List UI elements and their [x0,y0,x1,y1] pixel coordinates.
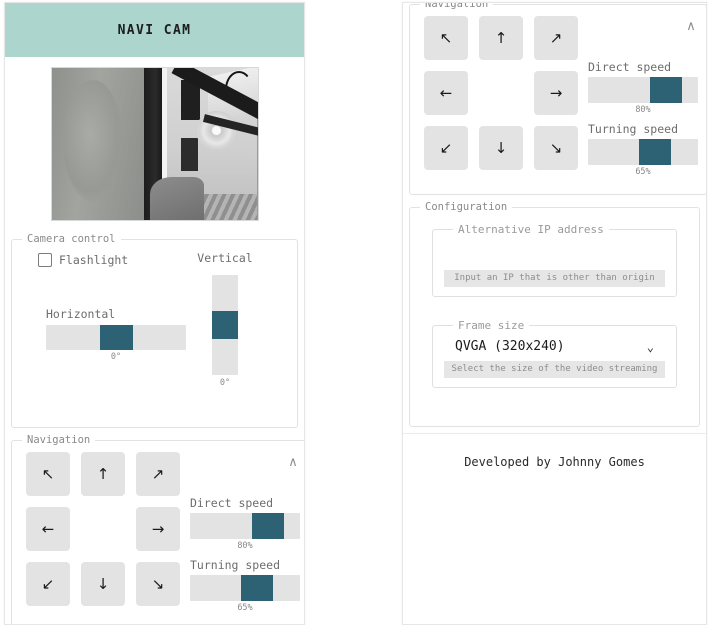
turning-speed-thumb-right[interactable] [639,139,671,165]
nav-up-left-button[interactable]: ↖ [424,16,468,60]
camera-control-section: Camera control Flashlight Horizontal 0° … [11,233,298,428]
navigation-section-right: Navigation ∧ ↖ ↑ ↗ ← → ↙ ↓ ↘ Direct speed 80% [409,2,706,195]
camera-control-body: Flashlight Horizontal 0° Vertical 0° [20,247,289,417]
nav-up-button[interactable]: ↑ [479,16,523,60]
turning-speed-value: 65% [237,603,253,613]
app-header: NAVI CAM [5,3,304,57]
nav-up-right-button[interactable]: ↗ [534,16,578,60]
speed-controls-right: Direct speed 80% Turning speed 65% [578,16,698,184]
camera-control-legend: Camera control [27,233,116,245]
nav-left-button[interactable]: ← [26,507,70,551]
direct-speed-track-right[interactable] [588,77,698,103]
navigation-legend: Navigation [27,434,91,446]
flashlight-checkbox[interactable] [38,253,52,267]
nav-up-right-button[interactable]: ↗ [136,452,180,496]
direction-pad: ↖ ↑ ↗ ← → ↙ ↓ ↘ [20,452,180,620]
nav-down-button[interactable]: ↓ [479,126,523,170]
turning-speed-control: Turning speed 65% [190,558,300,613]
frame-size-label: Frame size [458,318,525,332]
frame-size-field: Frame size QVGA (320x240) ⌄ Select the s… [432,318,677,389]
chevron-up-icon[interactable]: ∧ [284,452,302,470]
camera-horizontal-value: 0° [110,352,122,362]
page-title: NAVI CAM [117,22,192,38]
camera-vertical-label: Vertical [197,251,253,265]
left-panel: NAVI CAM Camera control Flashlight Horiz… [4,2,305,625]
configuration-section: Configuration Alternative IP address Inp… [409,201,700,428]
nav-right-button[interactable]: → [136,507,180,551]
nav-down-left-button[interactable]: ↙ [424,126,468,170]
nav-left-button[interactable]: ← [424,71,468,115]
frame-size-selected-value: QVGA (320x240) [455,339,565,355]
turning-speed-control-right: Turning speed 65% [588,122,698,177]
direction-pad-right: ↖ ↑ ↗ ← → ↙ ↓ ↘ [418,16,578,184]
camera-vertical-track[interactable] [212,275,238,375]
right-panel-scroll-content: Camera control Flashlight Horizontal 0° [403,2,706,490]
turning-speed-thumb[interactable] [241,575,273,601]
video-container [5,57,304,233]
camera-horizontal-track[interactable] [46,325,186,350]
stream-dark-panel-lower [181,137,198,172]
turning-speed-label: Turning speed [190,558,281,572]
right-panel: Camera control Flashlight Horizontal 0° [402,2,707,625]
footer-credit: Developed by Johnny Gomes [464,455,645,470]
camera-horizontal-label: Horizontal [46,307,116,321]
configuration-legend: Configuration [425,201,508,213]
camera-horizontal-thumb[interactable] [100,325,133,350]
ip-address-helper: Input an IP that is other than origin [444,269,665,287]
app-footer: Developed by Johnny Gomes [403,433,706,490]
direct-speed-label: Direct speed [190,496,274,510]
nav-center-spacer [479,71,523,115]
direct-speed-thumb[interactable] [252,513,284,539]
direct-speed-control-right: Direct speed 80% [588,60,698,115]
direct-speed-thumb-right[interactable] [650,77,682,103]
camera-stream [50,67,259,221]
nav-down-right-button[interactable]: ↘ [136,562,180,606]
navigation-section: Navigation ∧ ↖ ↑ ↗ ← → ↙ ↓ ↘ Direct speed 80% T… [11,434,304,624]
frame-size-select[interactable]: QVGA (320x240) ⌄ [445,337,664,361]
nav-center-spacer [81,507,125,551]
stream-wall [51,68,149,220]
app-root: NAVI CAM Camera control Flashlight Horiz… [0,0,710,625]
ip-address-input[interactable] [445,241,664,270]
chevron-down-icon: ⌄ [646,339,654,354]
nav-up-button[interactable]: ↑ [81,452,125,496]
nav-down-left-button[interactable]: ↙ [26,562,70,606]
navigation-body: ↖ ↑ ↗ ← → ↙ ↓ ↘ Direct speed 80% Turning speed [20,448,300,620]
turning-speed-value-right: 65% [635,167,651,177]
nav-down-right-button[interactable]: ↘ [534,126,578,170]
direct-speed-label-right: Direct speed [588,60,672,74]
camera-vertical-slider: Vertical 0° [185,251,265,388]
camera-horizontal-slider: Horizontal 0° [46,307,186,362]
nav-down-button[interactable]: ↓ [81,562,125,606]
flashlight-label: Flashlight [59,253,129,267]
configuration-body: Alternative IP address Input an IP that … [418,215,691,416]
direct-speed-control: Direct speed 80% [190,496,300,551]
nav-up-left-button[interactable]: ↖ [26,452,70,496]
direct-speed-value-right: 80% [635,105,651,115]
turning-speed-track[interactable] [190,575,300,601]
turning-speed-label-right: Turning speed [588,122,679,136]
stream-foreground-object [150,177,204,220]
navigation-body-right: ↖ ↑ ↗ ← → ↙ ↓ ↘ Direct speed 80% Turning speed [418,12,698,184]
nav-right-button[interactable]: → [534,71,578,115]
chevron-up-icon-right[interactable]: ∧ [682,16,700,34]
ip-address-field: Alternative IP address Input an IP that … [432,223,677,297]
navigation-legend-right: Navigation [425,2,489,10]
turning-speed-track-right[interactable] [588,139,698,165]
direct-speed-value: 80% [237,541,253,551]
speed-controls: Direct speed 80% Turning speed 65% [180,452,300,620]
camera-vertical-thumb[interactable] [212,311,238,339]
ip-address-label: Alternative IP address [458,223,604,236]
frame-size-helper: Select the size of the video streaming [444,361,665,379]
direct-speed-track[interactable] [190,513,300,539]
camera-vertical-value: 0° [219,378,231,388]
